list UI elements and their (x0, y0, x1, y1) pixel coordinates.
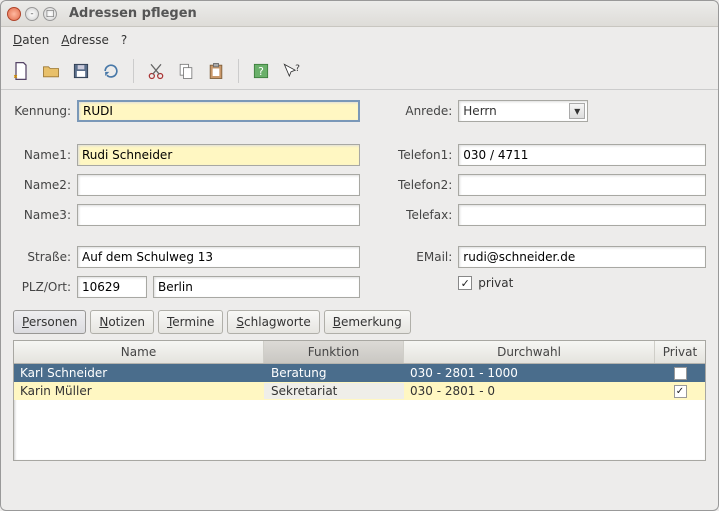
cell-durchwahl: 030 - 2801 - 0 (404, 383, 655, 399)
label-kennung: Kennung: (13, 104, 71, 118)
label-telefon1: Telefon1: (390, 148, 452, 162)
tab-schlagworte[interactable]: Schlagworte (227, 310, 319, 334)
table-row[interactable]: Karin Müller Sekretariat 030 - 2801 - 0 … (14, 382, 705, 400)
menu-help[interactable]: ? (117, 31, 131, 49)
toolbar-separator (238, 59, 239, 83)
privat-checkbox[interactable]: ✓ (458, 276, 472, 290)
row-privat-checkbox[interactable]: ✓ (674, 385, 687, 398)
telefon1-input[interactable] (458, 144, 706, 166)
menu-daten[interactable]: Daten (9, 31, 53, 49)
col-funktion[interactable]: Funktion (264, 341, 404, 363)
col-privat[interactable]: Privat (655, 341, 705, 363)
cut-icon[interactable] (142, 57, 170, 85)
open-icon[interactable] (37, 57, 65, 85)
paste-icon[interactable] (202, 57, 230, 85)
cell-privat: ✓ (655, 384, 705, 399)
cell-name: Karin Müller (14, 383, 264, 399)
tab-notizen[interactable]: Notizen (90, 310, 154, 334)
name1-input[interactable] (77, 144, 360, 166)
plz-input[interactable] (77, 276, 147, 298)
row-privat-checkbox[interactable] (674, 367, 687, 380)
label-telefax: Telefax: (390, 208, 452, 222)
tab-personen[interactable]: Personen (13, 310, 86, 334)
table-row[interactable]: Karl Schneider Beratung 030 - 2801 - 100… (14, 364, 705, 382)
window-close-button[interactable] (7, 7, 21, 21)
cell-durchwahl: 030 - 2801 - 1000 (404, 365, 655, 381)
persons-grid: Name Funktion Durchwahl Privat Karl Schn… (13, 340, 706, 461)
label-name3: Name3: (13, 208, 71, 222)
anrede-select[interactable]: Herrn ▾ (458, 100, 588, 122)
telefax-input[interactable] (458, 204, 706, 226)
cell-privat (655, 366, 705, 381)
ort-input[interactable] (153, 276, 360, 298)
name3-input[interactable] (77, 204, 360, 226)
svg-text:?: ? (295, 63, 300, 74)
tab-bar: Personen Notizen Termine Schlagworte Bem… (1, 310, 718, 334)
label-name1: Name1: (13, 148, 71, 162)
label-privat: privat (478, 276, 513, 290)
window-title: Adressen pflegen (69, 6, 197, 21)
refresh-icon[interactable] (97, 57, 125, 85)
strasse-input[interactable] (77, 246, 360, 268)
label-name2: Name2: (13, 178, 71, 192)
email-input[interactable] (458, 246, 706, 268)
grid-header: Name Funktion Durchwahl Privat (14, 341, 705, 364)
help-icon[interactable]: ? (247, 57, 275, 85)
copy-icon[interactable] (172, 57, 200, 85)
label-telefon2: Telefon2: (390, 178, 452, 192)
chevron-down-icon: ▾ (569, 103, 585, 119)
toolbar: ? ? (1, 53, 718, 90)
label-plzort: PLZ/Ort: (13, 280, 71, 294)
name2-input[interactable] (77, 174, 360, 196)
label-strasse: Straße: (13, 250, 71, 264)
cell-funktion: Sekretariat (264, 383, 404, 399)
window-minimize-button[interactable]: ‐ (25, 7, 39, 21)
svg-text:?: ? (258, 65, 264, 78)
label-anrede: Anrede: (390, 104, 452, 118)
col-name[interactable]: Name (14, 341, 264, 363)
menubar: Daten Adresse ? (1, 27, 718, 53)
telefon2-input[interactable] (458, 174, 706, 196)
menu-adresse[interactable]: Adresse (57, 31, 113, 49)
label-email: EMail: (390, 250, 452, 264)
kennung-input[interactable] (77, 100, 360, 122)
tab-bemerkung[interactable]: Bemerkung (324, 310, 411, 334)
anrede-value: Herrn (463, 104, 496, 118)
whatsthis-icon[interactable]: ? (277, 57, 305, 85)
col-durchwahl[interactable]: Durchwahl (404, 341, 655, 363)
grid-empty-area (14, 400, 705, 460)
window-maximize-button[interactable]: □ (43, 7, 57, 21)
cell-name: Karl Schneider (14, 365, 264, 381)
save-icon[interactable] (67, 57, 95, 85)
tab-termine[interactable]: Termine (158, 310, 223, 334)
window-titlebar: ‐ □ Adressen pflegen (1, 1, 718, 27)
form-area: Kennung: Name1: Name2: Name3: Straße: PL… (1, 90, 718, 304)
toolbar-separator (133, 59, 134, 83)
cell-funktion: Beratung (264, 365, 404, 381)
new-icon[interactable] (7, 57, 35, 85)
